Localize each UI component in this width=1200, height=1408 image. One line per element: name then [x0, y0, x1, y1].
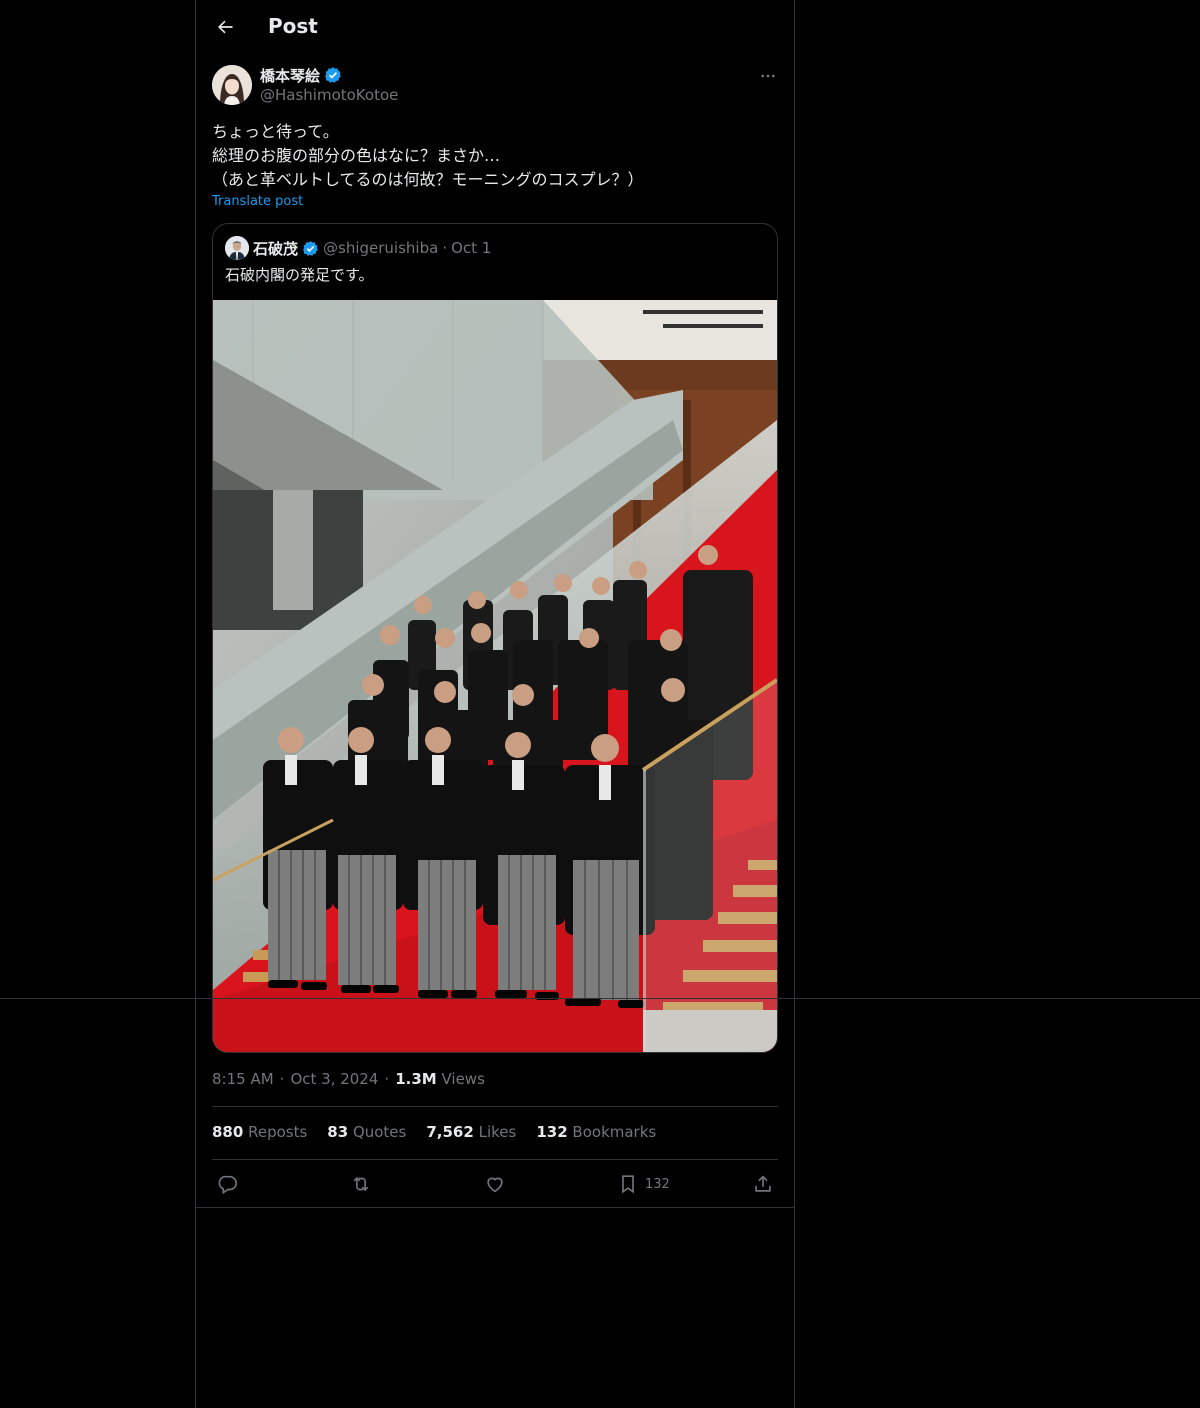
- likes-label: Likes: [478, 1123, 517, 1141]
- quoted-author-row: 石破茂 @shigeruishiba · Oct 1: [253, 237, 491, 259]
- post-text: ちょっと待って。 総理のお腹の部分の色はなに？まさか… （あと革ベルトしてるのは…: [212, 120, 778, 192]
- bookmark-count: 132: [645, 1176, 670, 1192]
- post-text-line: （あと革ベルトしてるのは何故？モーニングのコスプレ？）: [212, 170, 644, 189]
- quoted-post-text: 石破内閣の発足です。: [225, 266, 374, 284]
- reposts-count: 880: [212, 1123, 244, 1141]
- divider: [0, 998, 1200, 999]
- verified-badge-icon: [325, 67, 341, 83]
- post-column: Post 橋本琴絵 @HashimotoKotoe ちょっと待って。 総理のお腹…: [195, 0, 795, 1408]
- more-button[interactable]: [756, 66, 780, 86]
- quoted-post-date[interactable]: Oct 1: [451, 239, 491, 257]
- likes-count: 7,562: [426, 1123, 474, 1141]
- like-button[interactable]: [484, 1170, 506, 1198]
- quotes-stat[interactable]: 83 Quotes: [327, 1123, 406, 1141]
- quotes-label: Quotes: [352, 1123, 407, 1141]
- like-icon: [487, 1177, 503, 1193]
- post-time[interactable]: 8:15 AM: [212, 1070, 274, 1088]
- share-button[interactable]: [752, 1170, 774, 1198]
- avatar[interactable]: [212, 65, 252, 105]
- action-bar: 132: [212, 1170, 778, 1198]
- page-title: Post: [268, 14, 318, 38]
- more-icon: [761, 74, 775, 78]
- separator-dot: ·: [279, 1070, 285, 1088]
- reposts-stat[interactable]: 880 Reposts: [212, 1123, 307, 1141]
- back-button[interactable]: [208, 10, 242, 44]
- divider: [212, 1159, 778, 1160]
- bookmark-icon: [622, 1175, 634, 1194]
- views-label: Views: [441, 1070, 485, 1088]
- bookmarks-count: 132: [536, 1123, 568, 1141]
- post-text-line: 総理のお腹の部分の色はなに？まさか…: [212, 146, 501, 165]
- page-header: Post: [196, 0, 794, 53]
- share-icon: [755, 1175, 771, 1192]
- bookmarks-stat[interactable]: 132 Bookmarks: [536, 1123, 656, 1141]
- divider: [196, 1207, 794, 1208]
- translate-post-link[interactable]: Translate post: [212, 194, 303, 209]
- reply-button[interactable]: [216, 1170, 238, 1198]
- likes-stat[interactable]: 7,562 Likes: [426, 1123, 516, 1141]
- quotes-count: 83: [327, 1123, 349, 1141]
- quoted-post-photo[interactable]: [213, 300, 777, 1052]
- quoted-avatar[interactable]: [225, 236, 249, 260]
- reply-icon: [218, 1175, 237, 1195]
- repost-icon: [353, 1176, 369, 1192]
- reposts-label: Reposts: [248, 1123, 308, 1141]
- repost-button[interactable]: [350, 1170, 372, 1198]
- separator-dot: ·: [442, 239, 448, 257]
- quoted-post[interactable]: 石破茂 @shigeruishiba · Oct 1 石破内閣の発足です。: [212, 223, 778, 1053]
- post-date[interactable]: Oct 3, 2024: [290, 1070, 378, 1088]
- bookmark-button[interactable]: 132: [617, 1170, 670, 1198]
- views-count: 1.3M: [395, 1070, 437, 1088]
- verified-badge-icon: [303, 240, 318, 256]
- quoted-author-name[interactable]: 石破茂: [253, 238, 298, 259]
- author-handle[interactable]: @HashimotoKotoe: [260, 86, 398, 104]
- bookmarks-label: Bookmarks: [572, 1123, 657, 1141]
- post-meta: 8:15 AM · Oct 3, 2024 · 1.3M Views: [212, 1070, 485, 1088]
- post-text-line: ちょっと待って。: [212, 122, 339, 141]
- separator-dot: ·: [384, 1070, 390, 1088]
- quoted-author-handle[interactable]: @shigeruishiba: [323, 239, 438, 257]
- arrow-left-icon: [218, 20, 233, 34]
- post-stats: 880 Reposts 83 Quotes 7,562 Likes 132 Bo…: [212, 1123, 656, 1141]
- divider: [212, 1106, 778, 1107]
- author-name[interactable]: 橋本琴絵: [260, 65, 320, 86]
- author-name-row[interactable]: 橋本琴絵: [260, 65, 342, 85]
